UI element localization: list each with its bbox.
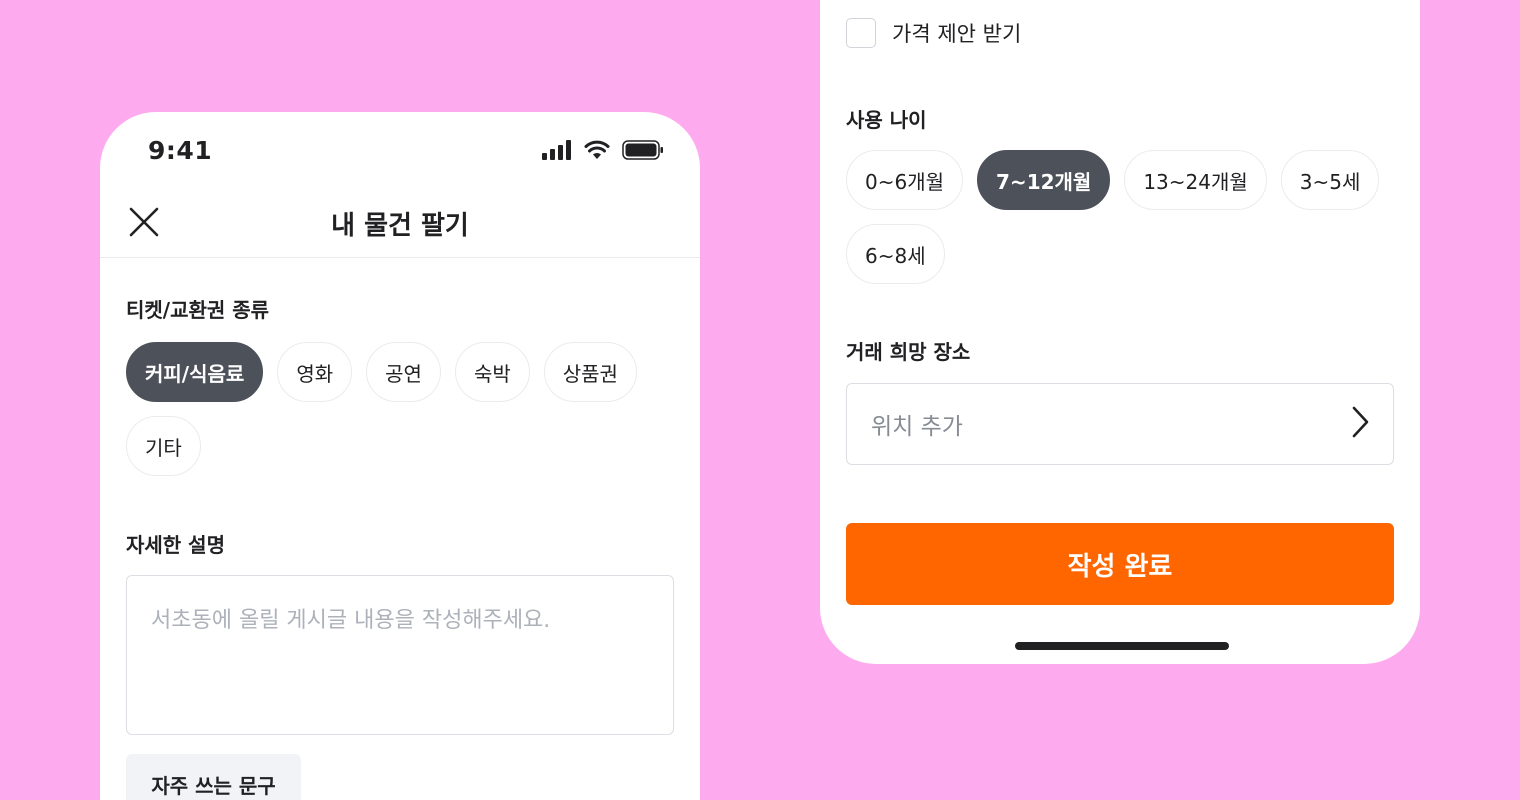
- sell-item-screen: 9:41 내 물건 팔기 티켓/교환권 종류 커피/식음료 영화 공연 숙박 상…: [100, 112, 700, 800]
- battery-icon: [622, 140, 664, 164]
- home-indicator: [1015, 642, 1229, 650]
- description-textarea[interactable]: 서초동에 올릴 게시글 내용을 작성해주세요.: [126, 575, 674, 735]
- price-offer-row[interactable]: 가격 제안 받기: [846, 18, 1021, 48]
- sell-item-screen-bottom: 가격 제안 받기 사용 나이 0~6개월 7~12개월 13~24개월 3~5세…: [820, 0, 1420, 664]
- age-chips: 0~6개월 7~12개월 13~24개월 3~5세 6~8세: [846, 150, 1406, 284]
- chip-gift-card[interactable]: 상품권: [543, 342, 637, 402]
- ticket-type-label: 티켓/교환권 종류: [126, 298, 270, 322]
- chip-age-0-6m[interactable]: 0~6개월: [846, 150, 964, 210]
- location-label: 거래 희망 장소: [846, 340, 971, 364]
- wifi-icon: [584, 140, 610, 164]
- submit-button[interactable]: 작성 완료: [846, 523, 1394, 605]
- chip-age-7-12m[interactable]: 7~12개월: [977, 150, 1111, 210]
- chip-performance[interactable]: 공연: [366, 342, 441, 402]
- chip-movie[interactable]: 영화: [277, 342, 353, 402]
- price-offer-checkbox[interactable]: [846, 18, 876, 48]
- chip-age-3-5y[interactable]: 3~5세: [1280, 150, 1380, 210]
- chip-age-13-24m[interactable]: 13~24개월: [1124, 150, 1267, 210]
- page-title: 내 물건 팔기: [331, 211, 469, 241]
- app-header: 내 물건 팔기: [100, 188, 700, 258]
- chip-lodging[interactable]: 숙박: [454, 342, 530, 402]
- age-label: 사용 나이: [846, 108, 927, 132]
- chevron-right-icon: [1351, 405, 1371, 443]
- ticket-type-chips: 커피/식음료 영화 공연 숙박 상품권 기타: [126, 342, 686, 476]
- status-bar: 9:41: [100, 112, 700, 188]
- frequent-phrases-button[interactable]: 자주 쓰는 문구: [126, 754, 301, 800]
- chip-age-6-8y[interactable]: 6~8세: [846, 224, 945, 284]
- price-offer-label: 가격 제안 받기: [892, 22, 1022, 46]
- location-field[interactable]: 위치 추가: [846, 383, 1394, 465]
- status-icons: [542, 140, 664, 164]
- chip-coffee-beverage[interactable]: 커피/식음료: [126, 342, 264, 402]
- signal-icon: [542, 140, 572, 164]
- location-placeholder: 위치 추가: [871, 414, 963, 440]
- description-label: 자세한 설명: [126, 533, 225, 557]
- description-placeholder: 서초동에 올릴 게시글 내용을 작성해주세요.: [151, 608, 551, 633]
- status-time: 9:41: [148, 136, 213, 165]
- chip-other[interactable]: 기타: [126, 416, 201, 476]
